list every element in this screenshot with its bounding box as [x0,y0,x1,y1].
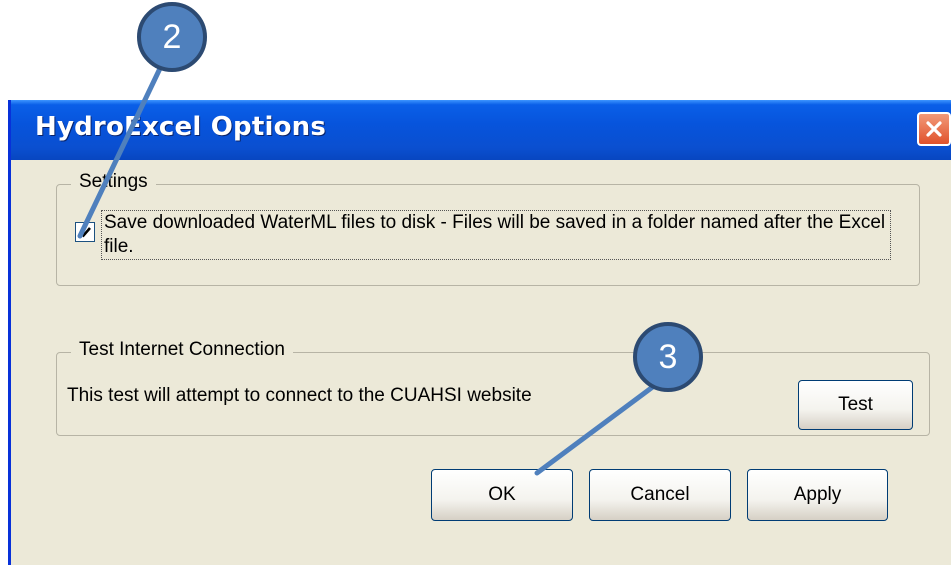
close-icon [926,121,942,137]
save-waterml-checkbox[interactable] [75,222,95,242]
test-button[interactable]: Test [798,380,913,430]
checkmark-icon [79,227,91,238]
ok-button[interactable]: OK [431,469,573,521]
options-dialog: HydroExcel Options Settings Save downloa… [8,100,951,565]
step-3-callout: 3 [633,322,703,392]
settings-legend: Settings [71,171,156,193]
test-connection-legend: Test Internet Connection [71,339,293,361]
close-button[interactable] [917,112,951,146]
title-bar[interactable]: HydroExcel Options [11,100,951,160]
cancel-button[interactable]: Cancel [589,469,731,521]
save-waterml-label[interactable]: Save downloaded WaterML files to disk - … [101,210,891,260]
window-title: HydroExcel Options [35,112,327,142]
step-2-callout: 2 [137,2,207,72]
apply-button[interactable]: Apply [747,469,888,521]
test-connection-group: Test Internet Connection This test will … [56,339,930,436]
settings-group: Settings Save downloaded WaterML files t… [56,171,920,286]
test-description: This test will attempt to connect to the… [67,385,532,406]
